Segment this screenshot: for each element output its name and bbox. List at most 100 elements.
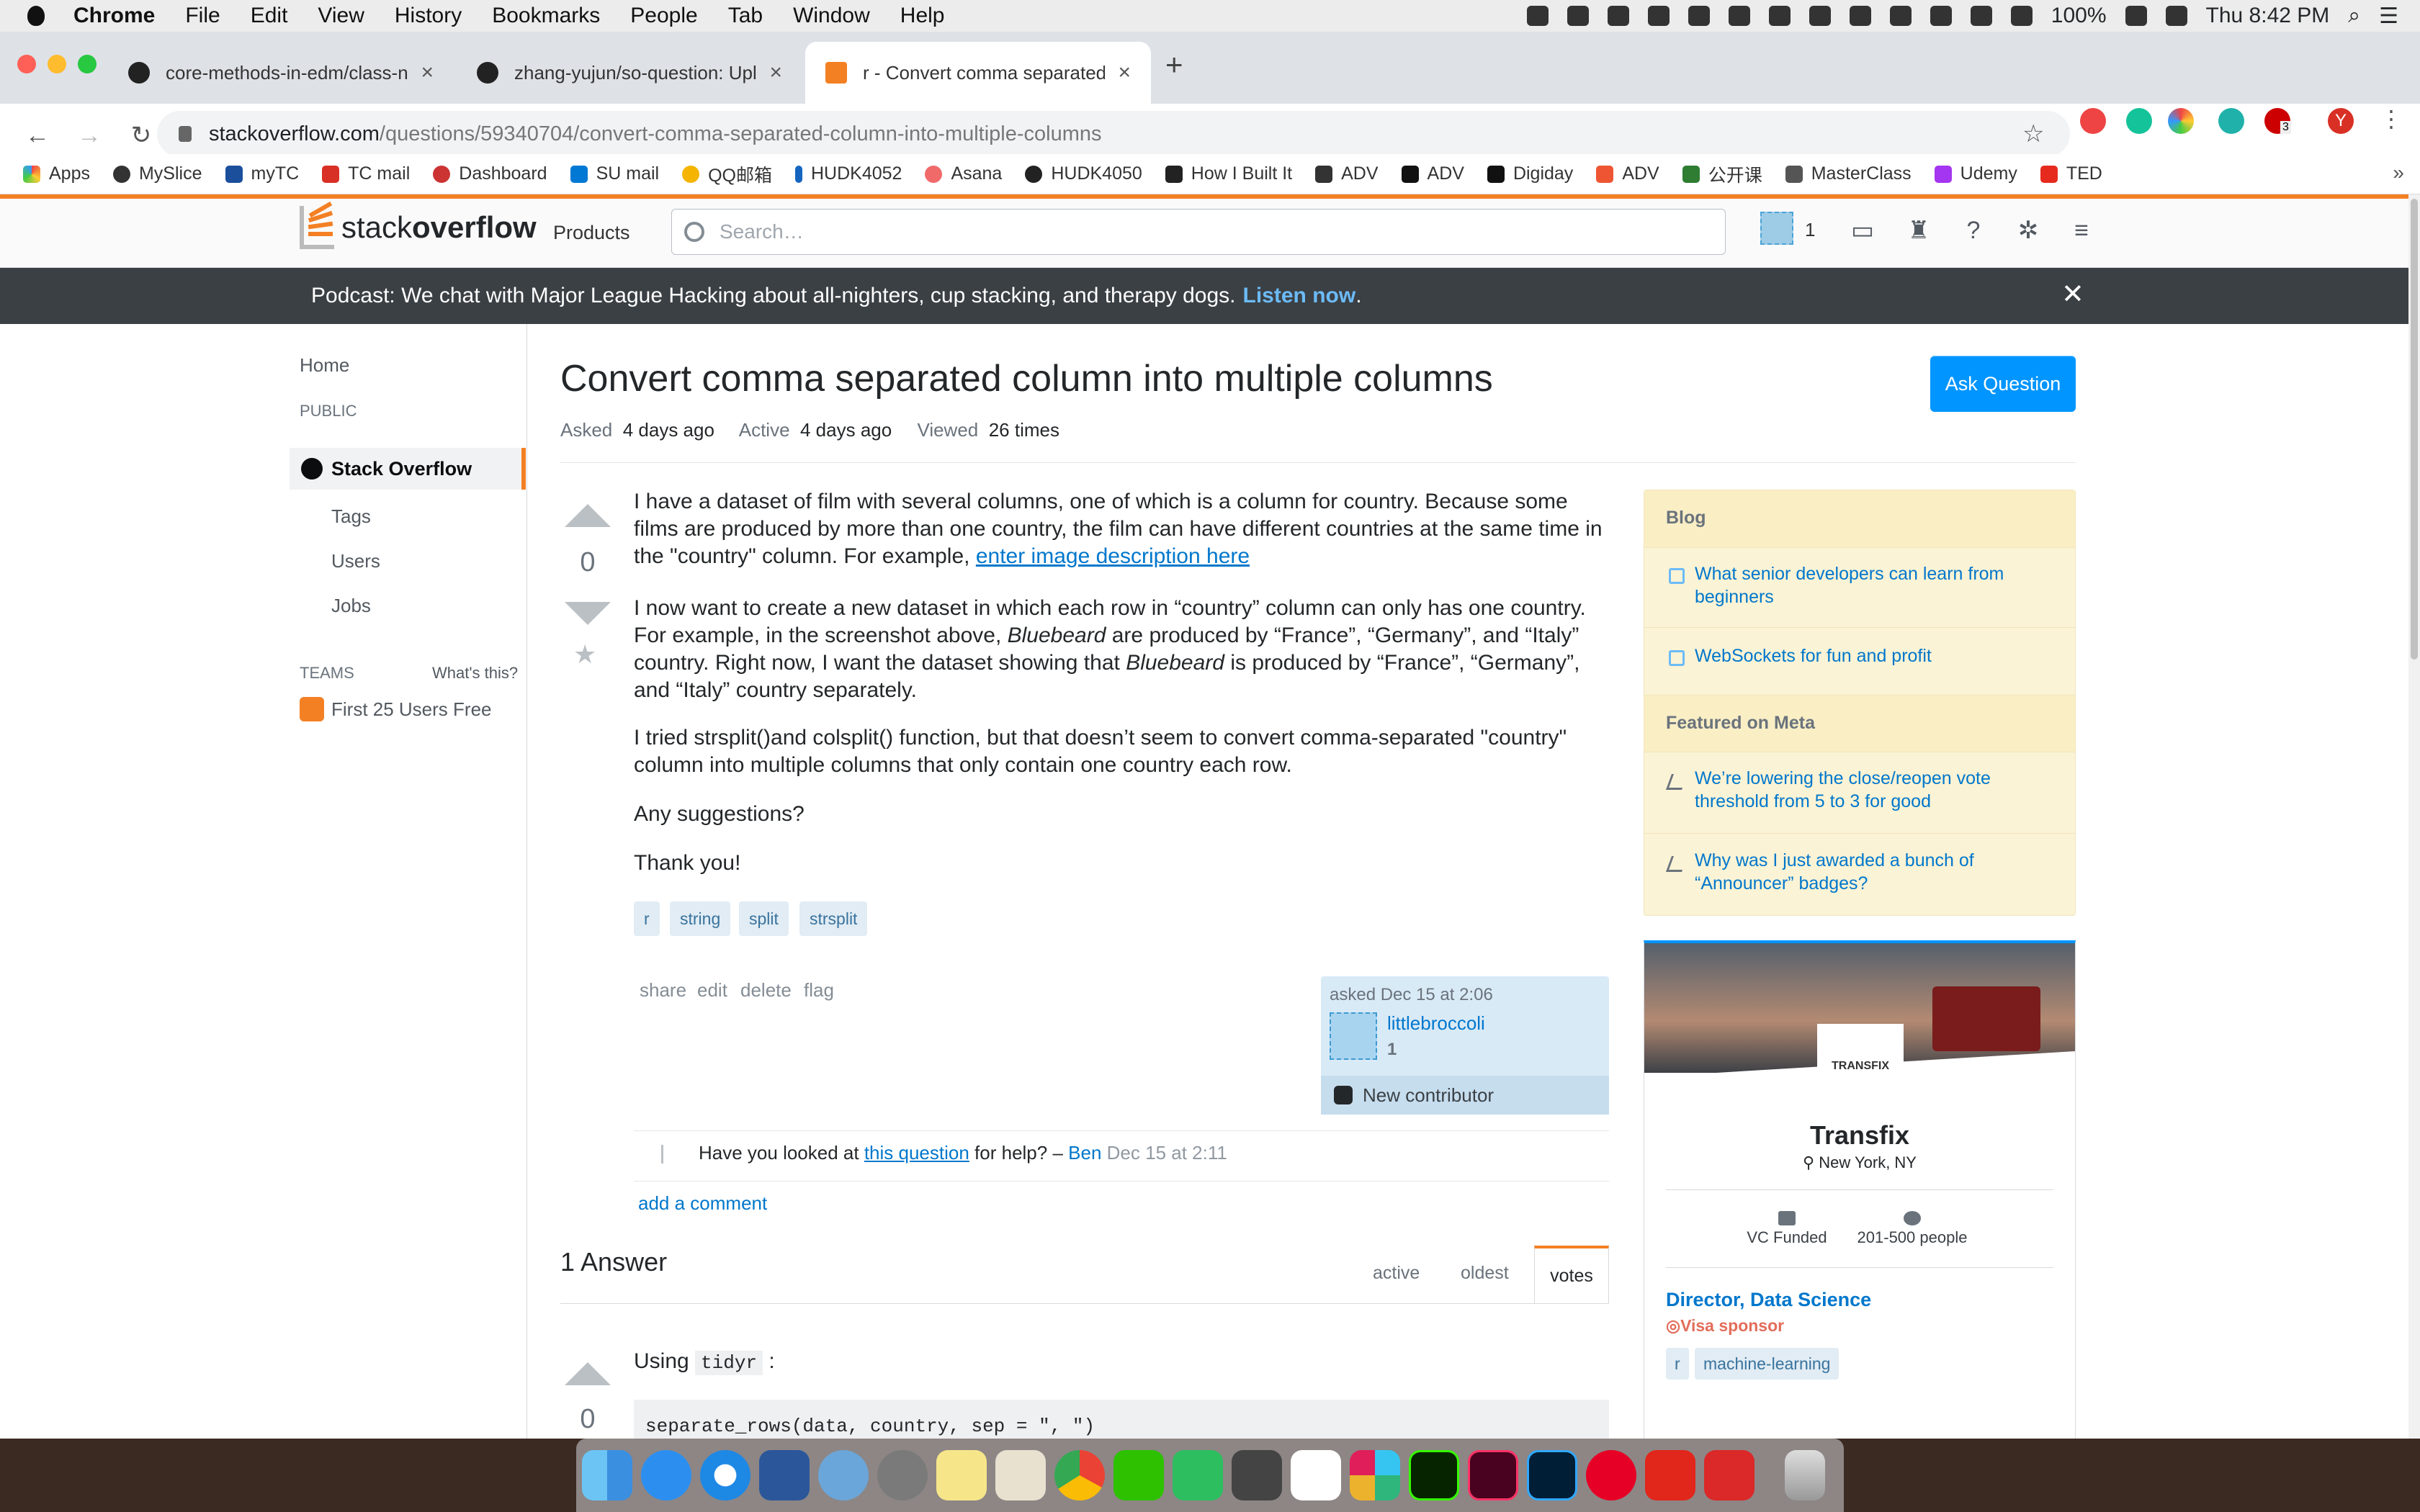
- tag-string[interactable]: string: [670, 901, 731, 936]
- grid-status-icon[interactable]: [1809, 6, 1831, 26]
- reputation-count[interactable]: 1: [1805, 219, 1815, 241]
- tab-close-icon[interactable]: ×: [421, 60, 434, 85]
- listen-now-link[interactable]: Listen now: [1243, 284, 1356, 308]
- keyboard-icon[interactable]: [1930, 6, 1952, 26]
- nav-tags[interactable]: Tags: [331, 505, 371, 528]
- user-name-link[interactable]: littlebroccoli: [1387, 1012, 1485, 1035]
- first-25-users-free-link[interactable]: First 25 Users Free: [331, 698, 492, 721]
- job-title-link[interactable]: Director, Data Science: [1666, 1289, 1871, 1311]
- ad-tag-r[interactable]: r: [1666, 1348, 1689, 1380]
- mendeley-icon[interactable]: [2218, 108, 2244, 134]
- sort-tab-votes[interactable]: votes: [1534, 1246, 1609, 1303]
- wechat-icon[interactable]: [1113, 1450, 1164, 1500]
- bookmark-how-i-built-it[interactable]: How I Built It: [1165, 163, 1292, 184]
- youdao-icon[interactable]: [1645, 1450, 1695, 1500]
- time-machine-icon[interactable]: [1849, 6, 1871, 26]
- new-contributor-badge[interactable]: New contributor: [1321, 1076, 1609, 1115]
- close-icon[interactable]: ✕: [2061, 278, 2084, 310]
- this-question-link[interactable]: this question: [864, 1142, 969, 1164]
- indesign-icon[interactable]: [1468, 1450, 1518, 1500]
- new-tab-icon[interactable]: +: [1165, 48, 1183, 82]
- chrome-menu-icon[interactable]: ⋮: [2380, 105, 2403, 132]
- bookmark-gongkaike[interactable]: 公开课: [1682, 161, 1762, 187]
- photoshop-icon[interactable]: [1527, 1450, 1577, 1500]
- tab-close-icon[interactable]: ×: [769, 60, 782, 85]
- ask-question-button[interactable]: Ask Question: [1930, 356, 2076, 412]
- meta-item-link[interactable]: Why was I just awarded a bunch of “Annou…: [1695, 849, 2048, 895]
- upvote-arrow-icon[interactable]: [565, 1362, 611, 1385]
- question-title[interactable]: Convert comma separated column into mult…: [560, 357, 1493, 400]
- bookmark-udemy[interactable]: Udemy: [1934, 163, 2017, 184]
- finder-icon[interactable]: [582, 1450, 632, 1500]
- search-input[interactable]: Search…: [671, 209, 1726, 255]
- inbox-icon[interactable]: ▭: [1850, 217, 1876, 243]
- tab-stackoverflow[interactable]: r - Convert comma separated c ×: [805, 42, 1151, 104]
- bookmark-asana[interactable]: Asana: [925, 163, 1002, 184]
- bookmark-adv-3[interactable]: ADV: [1596, 163, 1659, 184]
- edit-link[interactable]: edit: [697, 979, 727, 1002]
- evernote-icon[interactable]: [1173, 1450, 1223, 1500]
- zoom-window-button[interactable]: [78, 55, 97, 73]
- menu-window[interactable]: Window: [793, 4, 870, 28]
- menu-bookmarks[interactable]: Bookmarks: [492, 4, 600, 28]
- share-link[interactable]: share: [640, 979, 686, 1002]
- status-app-icon[interactable]: [1526, 6, 1549, 26]
- s-status-icon[interactable]: [2165, 6, 2187, 26]
- tab-core-methods[interactable]: core-methods-in-edm/class-n ×: [108, 42, 454, 104]
- grammarly-icon[interactable]: [2126, 108, 2152, 134]
- nav-users[interactable]: Users: [331, 550, 380, 572]
- safari-icon[interactable]: [700, 1450, 750, 1500]
- menu-people[interactable]: People: [630, 4, 697, 28]
- tag-split[interactable]: split: [739, 901, 789, 936]
- adblock-icon[interactable]: 3: [2264, 108, 2291, 134]
- printer-status-icon[interactable]: [1768, 6, 1791, 26]
- nav-home[interactable]: Home: [300, 354, 349, 377]
- spotlight-icon[interactable]: ⌕: [2348, 4, 2360, 28]
- company-name[interactable]: Transfix: [1644, 1120, 2075, 1151]
- wechat-status-icon[interactable]: [1567, 6, 1589, 26]
- trash-icon[interactable]: [1785, 1450, 1825, 1500]
- code-block[interactable]: separate_rows(data, country, sep = ", "): [634, 1400, 1609, 1439]
- user-avatar[interactable]: [1760, 212, 1793, 245]
- bookmark-su-mail[interactable]: SU mail: [570, 163, 659, 184]
- asked-timestamp[interactable]: asked Dec 15 at 2:06: [1330, 985, 1493, 1005]
- blog-item-link[interactable]: What senior developers can learn from be…: [1695, 562, 2048, 608]
- achievements-trophy-icon[interactable]: ♜: [1906, 217, 1932, 243]
- app-store-icon[interactable]: [641, 1450, 691, 1500]
- wifi-icon[interactable]: [1970, 6, 1992, 26]
- tab-so-question[interactable]: zhang-yujun/so-question: Uplo ×: [457, 42, 802, 104]
- dropbox-status-icon[interactable]: [1607, 6, 1629, 26]
- bookmark-adv-1[interactable]: ADV: [1315, 163, 1379, 184]
- photo-booth-icon[interactable]: [1232, 1450, 1282, 1500]
- lock-icon[interactable]: [179, 126, 192, 142]
- bookmark-ted[interactable]: TED: [2040, 163, 2102, 184]
- r-icon[interactable]: [818, 1450, 869, 1500]
- downvote-arrow-icon[interactable]: [565, 602, 611, 625]
- bookmark-star-icon[interactable]: ☆: [2022, 120, 2044, 148]
- review-queue-icon[interactable]: ✲: [2015, 217, 2041, 243]
- netease-music-icon[interactable]: [1586, 1450, 1636, 1500]
- chrome-icon[interactable]: [1054, 1450, 1105, 1500]
- profile-avatar[interactable]: Y: [2328, 108, 2354, 134]
- bookmark-qq-mail[interactable]: QQ邮箱: [682, 161, 772, 187]
- blog-item-link[interactable]: WebSockets for fun and profit: [1695, 644, 2048, 667]
- notification-center-icon[interactable]: ☰: [2379, 4, 2398, 29]
- preview-icon[interactable]: [995, 1450, 1046, 1500]
- clock[interactable]: Thu 8:42 PM: [2206, 4, 2330, 28]
- active-value[interactable]: 4 days ago: [800, 419, 892, 441]
- menu-help[interactable]: Help: [900, 4, 945, 28]
- job-ad[interactable]: TRANSFIX Transfix ⚲ New York, NY VC Fund…: [1644, 940, 2076, 1439]
- menu-history[interactable]: History: [395, 4, 462, 28]
- address-bar[interactable]: stackoverflow.com /questions/59340704/co…: [157, 111, 2070, 157]
- image-description-link[interactable]: enter image description here: [976, 544, 1250, 568]
- products-menu[interactable]: Products: [553, 222, 630, 244]
- notes-icon[interactable]: [936, 1450, 987, 1500]
- info-status-icon[interactable]: [1728, 6, 1750, 26]
- menu-edit[interactable]: Edit: [251, 4, 288, 28]
- favorite-star-icon[interactable]: ★: [573, 639, 596, 670]
- battery-icon[interactable]: [2125, 6, 2147, 26]
- scrollbar-thumb[interactable]: [2411, 199, 2418, 660]
- comment-author-link[interactable]: Ben: [1068, 1142, 1101, 1164]
- menu-view[interactable]: View: [318, 4, 364, 28]
- comment-flag-icon[interactable]: [661, 1145, 677, 1164]
